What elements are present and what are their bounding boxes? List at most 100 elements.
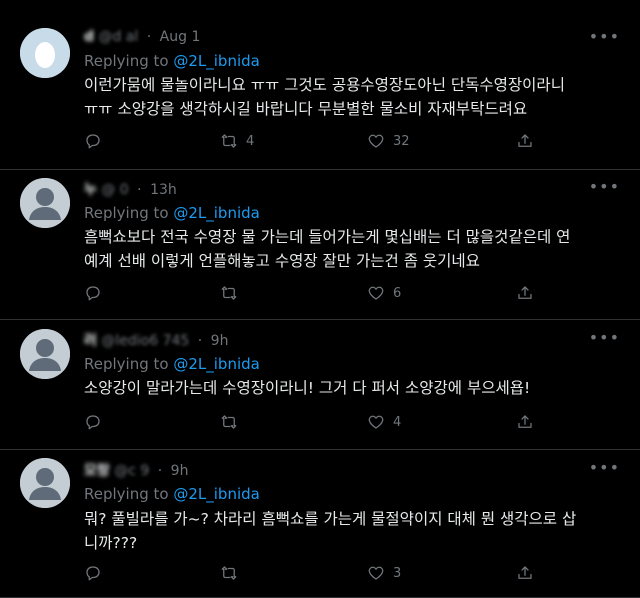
tweet-text-line: 예계 선배 이렇게 언플해놓고 수영장 잘만 가는건 좀 웃기네요 (84, 252, 480, 270)
retweet-icon (221, 566, 237, 580)
like-button[interactable]: 32 (367, 131, 410, 151)
retweet-icon (221, 415, 237, 429)
replying-to: Replying to @2L_ibnida (84, 355, 260, 373)
replying-to-link[interactable]: @2L_ibnida (173, 204, 259, 222)
display-name[interactable]: 러 (84, 333, 97, 349)
heart-icon (368, 286, 384, 300)
more-options-icon[interactable]: ••• (589, 328, 620, 347)
retweet-button[interactable] (220, 283, 246, 303)
replying-to: Replying to @2L_ibnida (84, 52, 260, 70)
retweet-button[interactable] (220, 563, 246, 583)
handle[interactable]: @c (114, 463, 136, 479)
reply-button[interactable] (84, 563, 110, 583)
tweet-text: 뭐? 풀빌라를 가~? 차라리 흠뻑쇼를 가는게 물절약이지 대체 뭔 생각으로… (84, 507, 624, 555)
heart-icon (368, 415, 384, 429)
retweet-icon (221, 286, 237, 300)
display-name[interactable]: d (84, 29, 94, 45)
reply-feed: d @d al · Aug 1 ••• Replying to @2L_ibni… (0, 0, 640, 598)
action-bar: 4 (84, 412, 544, 432)
timestamp[interactable]: Aug 1 (160, 29, 201, 45)
tweet-header: 누 @ 0 · 13h (84, 179, 177, 199)
display-name[interactable]: 누 (84, 182, 97, 198)
action-bar: 3 (84, 563, 544, 583)
like-button[interactable]: 6 (367, 283, 401, 303)
replying-prefix: Replying to (84, 485, 169, 503)
replying-prefix: Replying to (84, 52, 169, 70)
timestamp[interactable]: 13h (150, 182, 177, 198)
tweet-text: 소양강이 말라가는데 수영장이라니! 그거 다 퍼서 소양강에 부으세욥! (84, 376, 624, 400)
separator-dot: · (137, 182, 142, 198)
share-icon (518, 566, 532, 579)
reply-tweet[interactable]: d @d al · Aug 1 ••• Replying to @2L_ibni… (0, 0, 640, 170)
like-button[interactable]: 3 (367, 563, 401, 583)
avatar[interactable] (20, 178, 70, 228)
retweet-button[interactable] (220, 412, 246, 432)
handle-tail[interactable]: 9 (140, 463, 149, 479)
replying-to-link[interactable]: @2L_ibnida (173, 485, 259, 503)
share-button[interactable] (516, 563, 534, 583)
avatar[interactable] (20, 329, 70, 379)
separator-dot: · (146, 29, 152, 45)
more-options-icon[interactable]: ••• (589, 458, 620, 477)
heart-icon (368, 134, 384, 148)
reply-button[interactable] (84, 412, 110, 432)
action-bar: 6 (84, 283, 544, 303)
like-count: 4 (393, 414, 402, 430)
more-options-icon[interactable]: ••• (589, 177, 620, 196)
handle[interactable]: @ (101, 182, 115, 198)
share-icon (518, 134, 532, 147)
share-icon (518, 415, 532, 428)
replying-to-link[interactable]: @2L_ibnida (173, 52, 259, 70)
like-count: 6 (393, 285, 402, 301)
replying-prefix: Replying to (84, 355, 169, 373)
default-user-icon (20, 329, 70, 379)
handle-tail[interactable]: al (126, 29, 138, 45)
share-button[interactable] (516, 283, 534, 303)
avatar[interactable] (20, 28, 70, 78)
reply-button[interactable] (84, 131, 110, 151)
default-user-icon (20, 178, 70, 228)
reply-icon (86, 566, 100, 581)
more-options-icon[interactable]: ••• (589, 27, 620, 46)
action-bar: 4 32 (84, 131, 544, 151)
share-button[interactable] (516, 131, 534, 151)
handle[interactable]: @d (98, 29, 121, 45)
tweet-text-line: 뭐? 풀빌라를 가~? 차라리 흠뻑쇼를 가는게 물절약이지 대체 뭔 생각으로… (84, 510, 577, 528)
handle-tail[interactable]: 0 (120, 182, 129, 198)
reply-icon (86, 415, 100, 430)
like-button[interactable]: 4 (367, 412, 401, 432)
default-user-icon (20, 458, 70, 508)
share-button[interactable] (516, 412, 534, 432)
retweet-count: 4 (246, 133, 255, 149)
tweet-header: d @d al · Aug 1 (84, 29, 200, 45)
avatar[interactable] (20, 458, 70, 508)
reply-icon (86, 134, 100, 149)
retweet-button[interactable]: 4 (220, 131, 254, 151)
timestamp[interactable]: 9h (211, 333, 229, 349)
tweet-header: 모랑 @c 9 · 9h (84, 460, 188, 480)
tweet-text: 이런가뭄에 물놀이라니요 ㅠㅠ 그것도 공용수영장도아닌 단독수영장이라니 ㅠㅠ… (84, 73, 624, 121)
heart-icon (368, 566, 384, 580)
separator-dot: · (197, 333, 203, 349)
reply-tweet[interactable]: 러 @ledio6 745 · 9h ••• Replying to @2L_i… (0, 320, 640, 450)
tweet-text-line: 니까??? (84, 534, 138, 552)
handle[interactable]: @ledio6 (101, 333, 158, 349)
retweet-icon (221, 134, 237, 148)
display-name[interactable]: 모랑 (84, 463, 110, 479)
tweet-text-line: ㅠㅠ 소양강을 생각하시길 바랍니다 무분별한 물소비 자재부탁드려요 (84, 100, 528, 118)
timestamp[interactable]: 9h (171, 463, 189, 479)
tweet-header: 러 @ledio6 745 · 9h (84, 330, 228, 350)
replying-prefix: Replying to (84, 204, 169, 222)
default-egg-avatar-icon (20, 28, 70, 78)
reply-button[interactable] (84, 283, 110, 303)
tweet-text: 흠뻑쇼보다 전국 수영장 물 가는데 들어가는게 몇십배는 더 많을것같은데 연… (84, 225, 624, 273)
reply-tweet[interactable]: 모랑 @c 9 · 9h ••• Replying to @2L_ibnida … (0, 450, 640, 598)
tweet-text-line: 이런가뭄에 물놀이라니요 ㅠㅠ 그것도 공용수영장도아닌 단독수영장이라니 (84, 76, 565, 94)
tweet-text-line: 소양강이 말라가는데 수영장이라니! 그거 다 퍼서 소양강에 부으세욥! (84, 379, 531, 397)
handle-tail[interactable]: 745 (163, 333, 190, 349)
like-count: 32 (393, 133, 410, 149)
separator-dot: · (157, 463, 163, 479)
replying-to: Replying to @2L_ibnida (84, 204, 260, 222)
reply-tweet[interactable]: 누 @ 0 · 13h ••• Replying to @2L_ibnida 흠… (0, 170, 640, 320)
replying-to-link[interactable]: @2L_ibnida (173, 355, 259, 373)
